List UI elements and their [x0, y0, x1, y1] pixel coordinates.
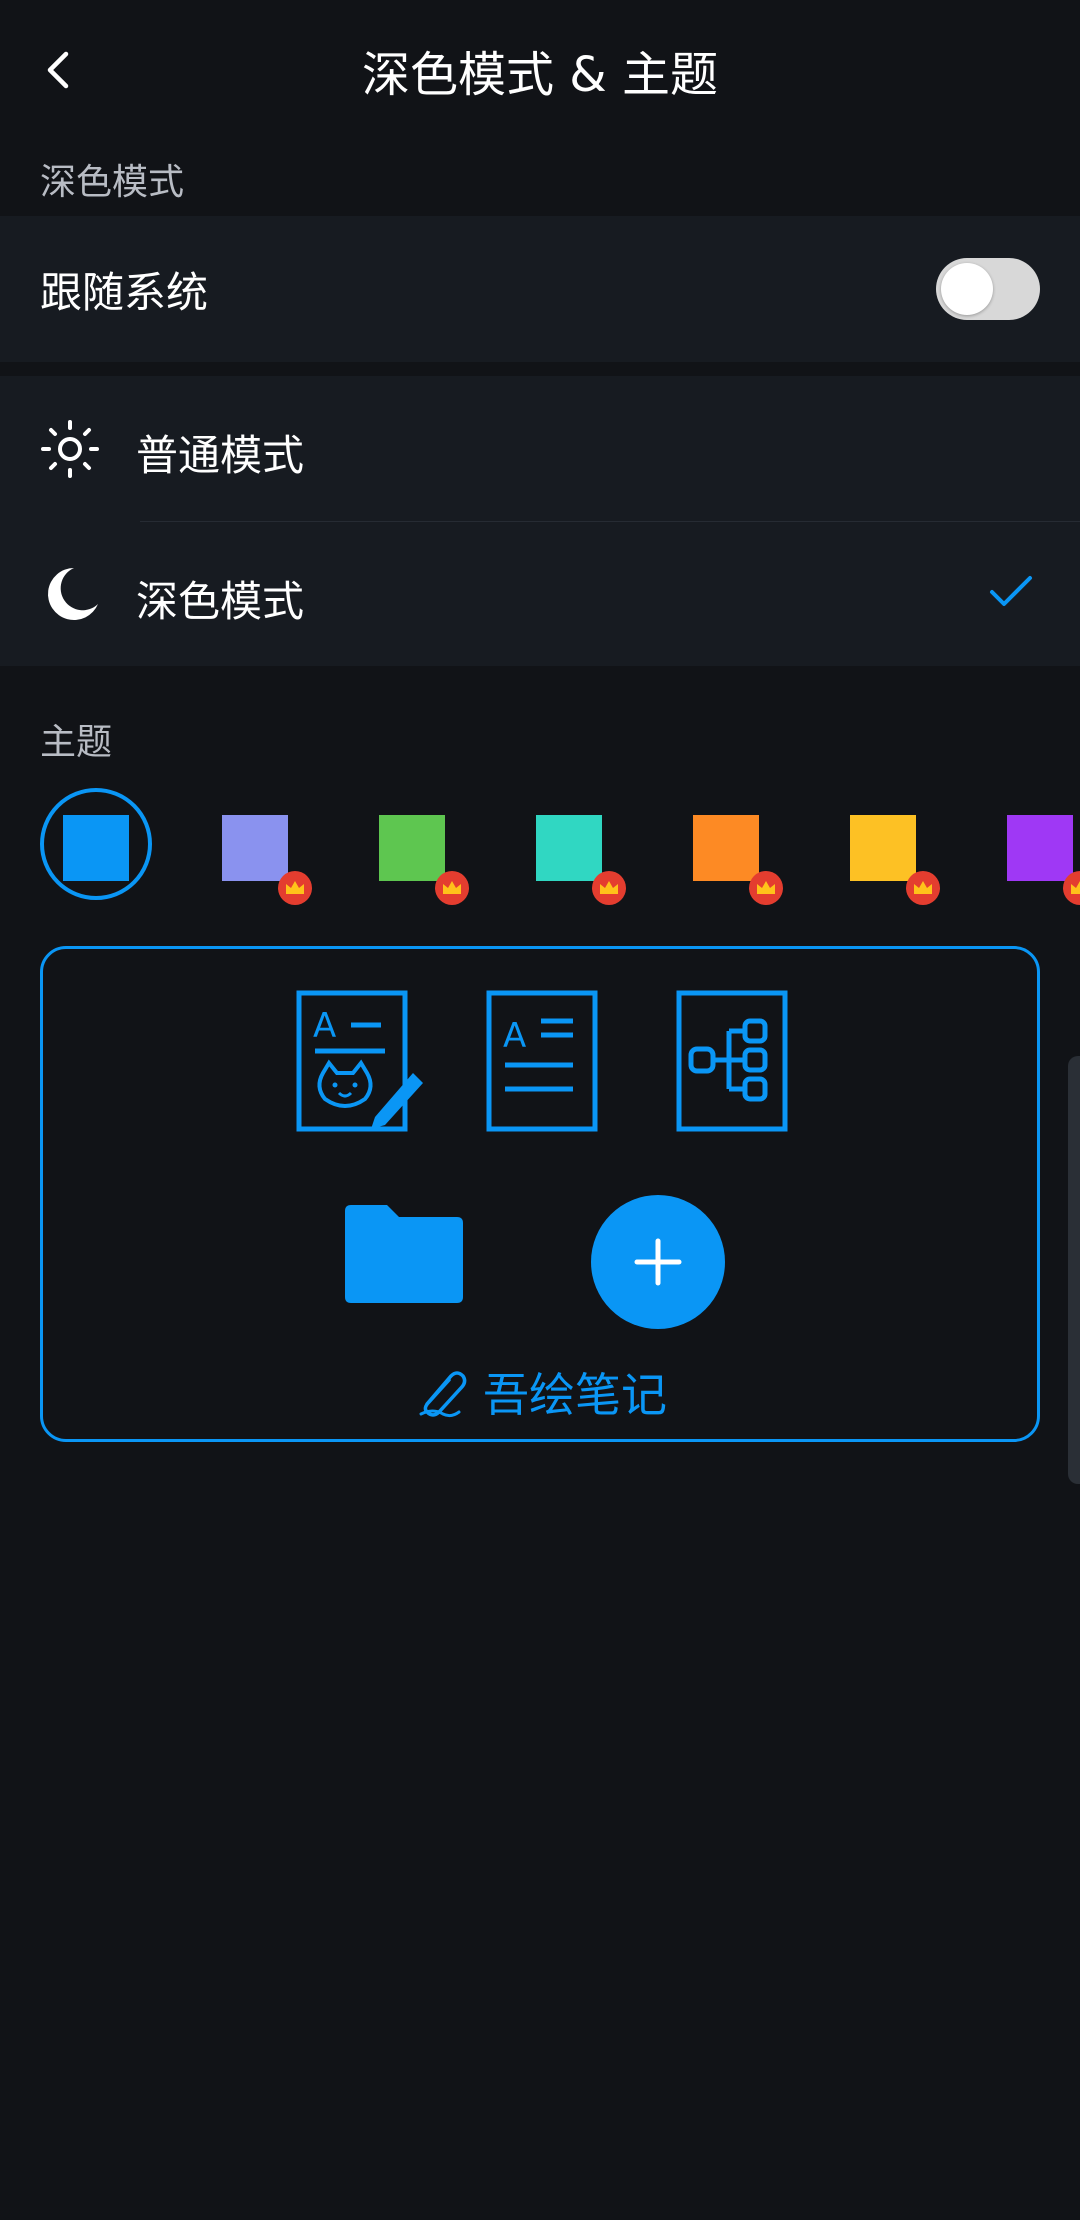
app-name-label: 吾绘笔记: [483, 1368, 667, 1422]
follow-system-row: 跟随系统: [0, 216, 1080, 362]
mind-map-icon: [675, 989, 791, 1135]
svg-text:A: A: [503, 1016, 526, 1056]
crown-icon: [278, 871, 312, 905]
dark-mode-label: 深色模式: [136, 577, 305, 626]
normal-mode-option[interactable]: 普通模式: [0, 376, 1080, 522]
scrollbar[interactable]: [1068, 1056, 1080, 1484]
dark-mode-section-label: 深色模式: [40, 162, 185, 203]
crown-icon: [906, 871, 940, 905]
theme-swatch-green[interactable]: [379, 815, 445, 881]
follow-system-toggle[interactable]: [936, 258, 1040, 320]
follow-system-label: 跟随系统: [40, 267, 209, 317]
crown-icon: [749, 871, 783, 905]
dark-mode-option[interactable]: 深色模式: [0, 522, 1080, 666]
normal-mode-label: 普通模式: [136, 431, 305, 480]
crown-icon: [435, 871, 469, 905]
theme-swatches: [0, 785, 1080, 915]
sun-icon: [40, 419, 100, 479]
add-icon: [591, 1195, 725, 1329]
svg-text:A: A: [313, 1006, 336, 1046]
header: 深色模式 & 主题: [0, 0, 1080, 150]
paperclip-icon: [413, 1364, 469, 1420]
theme-swatch-teal[interactable]: [536, 815, 602, 881]
note-drawing-icon: A: [295, 989, 425, 1135]
text-document-icon: A: [485, 989, 601, 1135]
moon-icon: [40, 562, 104, 626]
theme-swatch-yellow[interactable]: [850, 815, 916, 881]
checkmark-icon: [988, 572, 1034, 612]
follow-system-card: 跟随系统: [0, 216, 1080, 362]
crown-icon: [592, 871, 626, 905]
theme-section-label: 主题: [40, 722, 113, 763]
theme-swatch-purple[interactable]: [1007, 815, 1073, 881]
theme-preview: A A 吾绘笔记: [40, 946, 1040, 1442]
folder-icon: [341, 1203, 467, 1307]
screen: 深色模式 & 主题 深色模式 跟随系统 普通模式 深色模式 主题 A A 吾绘笔…: [0, 0, 1080, 2220]
mode-options-card: 普通模式 深色模式: [0, 376, 1080, 666]
theme-swatch-orange[interactable]: [693, 815, 759, 881]
app-name: 吾绘笔记: [43, 1359, 1037, 1425]
theme-swatch-blue[interactable]: [63, 815, 129, 881]
theme-swatch-lavender[interactable]: [222, 815, 288, 881]
page-title: 深色模式 & 主题: [362, 47, 718, 103]
toggle-knob: [941, 263, 993, 315]
